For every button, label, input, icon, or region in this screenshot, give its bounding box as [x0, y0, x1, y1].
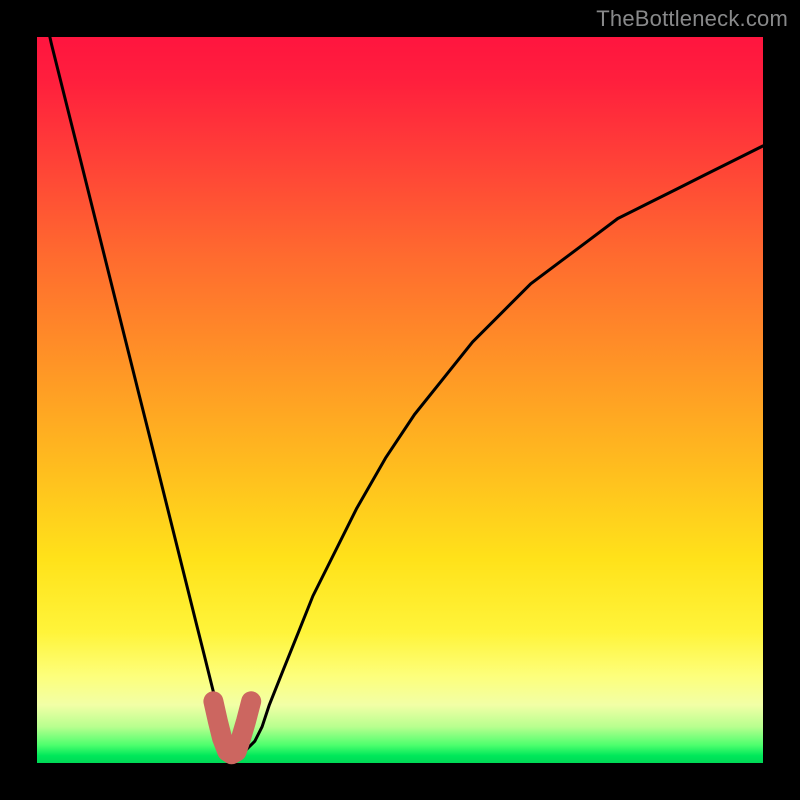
chart-frame: TheBottleneck.com [0, 0, 800, 800]
highlight-u-marker [213, 701, 251, 754]
watermark-text: TheBottleneck.com [596, 6, 788, 32]
curve-svg [37, 37, 763, 763]
plot-area [37, 37, 763, 763]
main-curve [37, 0, 763, 756]
